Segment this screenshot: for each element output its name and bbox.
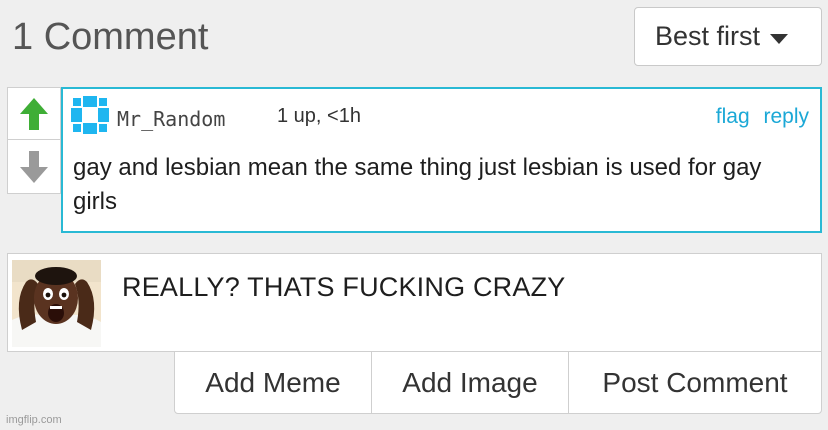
sort-label: Best first — [655, 21, 761, 51]
avatar[interactable] — [70, 95, 110, 135]
reply-link[interactable]: reply — [763, 105, 809, 128]
comment-card: Mr_Random 1 up, <1h flag reply gay and l… — [61, 87, 822, 233]
comment-text: gay and lesbian mean the same thing just… — [73, 154, 762, 215]
upvote-button[interactable] — [8, 88, 60, 140]
chevron-down-icon — [770, 33, 789, 44]
flag-link[interactable]: flag — [716, 105, 750, 128]
add-image-button[interactable]: Add Image — [371, 352, 568, 413]
vote-box — [7, 87, 61, 194]
comment-meta: 1 up, <1h — [277, 105, 361, 127]
shocked-man-meme-image — [12, 260, 101, 347]
add-meme-button[interactable]: Add Meme — [175, 352, 371, 413]
comment-actions: flag reply — [708, 105, 809, 129]
comment-count: 1 Comment — [12, 16, 209, 58]
arrow-up-icon — [20, 97, 48, 130]
downvote-button[interactable] — [8, 141, 60, 193]
sort-dropdown[interactable]: Best first — [634, 7, 822, 66]
arrow-down-icon — [20, 151, 48, 183]
reply-input-box[interactable]: REALLY? THATS FUCKING CRAZY — [7, 253, 822, 352]
username-link[interactable]: Mr_Random — [117, 107, 225, 131]
post-comment-button[interactable]: Post Comment — [568, 352, 821, 413]
imgflip-watermark: imgflip.com — [6, 414, 62, 426]
comment-button-row: Add Meme Add Image Post Comment — [174, 351, 822, 414]
reply-text[interactable]: REALLY? THATS FUCKING CRAZY — [122, 272, 566, 303]
